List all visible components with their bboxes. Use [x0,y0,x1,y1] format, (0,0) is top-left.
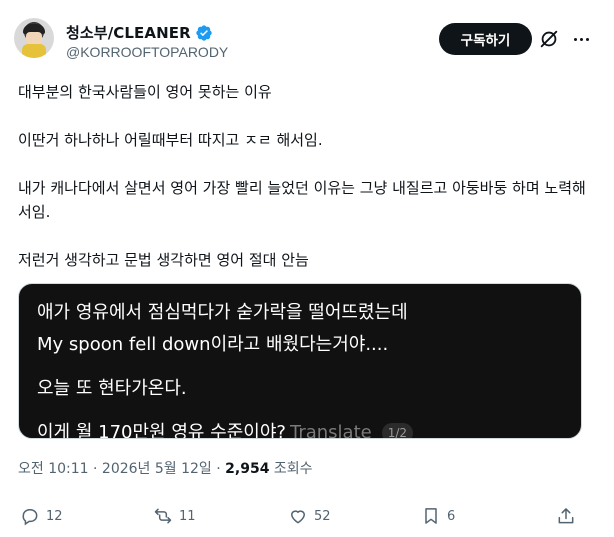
tweet-paragraph-3: 내가 캐나다에서 살면서 영어 가장 빨리 늘었던 이유는 그냥 내질르고 아둥… [18,179,586,221]
retweet-count: 11 [179,508,196,524]
reply-count: 12 [46,508,63,524]
more-options-icon[interactable] [570,28,592,50]
user-handle[interactable]: @KORROOFTOPARODY [66,44,228,60]
verified-badge-icon [196,24,212,41]
tweet-paragraph-4: 저런거 생각하고 문법 생각하면 영어 절대 안늠 [18,251,309,269]
tweet-header: 청소부/CLEANER @KORROOFTOPARODY 구독하기 [14,14,600,70]
image-text-line-2: My spoon fell down이라고 배웠다는거야.... [37,334,389,355]
tweet-meta: 오전 10:11 · 2026년 5월 12일 · 2,954 조회수 [18,458,313,478]
like-count: 52 [314,508,331,524]
avatar-face [26,32,42,44]
tweet-paragraph-1: 대부분의 한국사람들이 영어 못하는 이유 [18,83,272,101]
bookmark-count: 6 [447,508,456,524]
retweet-icon [154,508,172,524]
avatar[interactable] [14,18,54,58]
tweet-text: 대부분의 한국사람들이 영어 못하는 이유 이딴거 하나하나 어릴때부터 따지고… [18,80,588,272]
action-bar: 12 11 52 6 [18,506,582,530]
retweet-button[interactable]: 11 [153,506,196,526]
timestamp[interactable]: 오전 10:11 · 2026년 5월 12일 · [18,461,225,477]
display-name[interactable]: 청소부/CLEANER [66,22,191,43]
image-text-line-1: 애가 영유에서 점심먹다가 숟가락을 떨어뜨렸는데 [37,302,408,323]
reply-icon [22,509,38,526]
avatar-body [22,44,46,58]
follow-button[interactable]: 구독하기 [439,23,532,55]
share-icon [558,508,574,524]
image-text-line-4: 이게 월 170만원 영유 수준이야? Translate 1/2 [37,418,414,439]
image-text-line-4-text: 이게 월 170만원 영유 수준이야? [37,422,286,439]
like-button[interactable]: 52 [288,506,331,526]
reply-button[interactable]: 12 [20,506,63,526]
views-label: 조회수 [269,461,313,477]
image-text-line-3: 오늘 또 현타가온다. [37,378,187,399]
name-row: 청소부/CLEANER [66,22,213,43]
grok-icon[interactable] [538,28,560,50]
image-pager: 1/2 [381,423,414,438]
tweet-paragraph-2: 이딴거 하나하나 어릴때부터 따지고 ㅈㄹ 해서임. [18,131,323,149]
quoted-image[interactable]: 애가 영유에서 점심먹다가 숟가락을 떨어뜨렸는데 My spoon fell … [18,283,582,439]
translate-link[interactable]: Translate [290,422,372,438]
views-count: 2,954 [225,461,270,477]
bookmark-icon [425,508,437,524]
share-button[interactable] [556,506,576,526]
heart-icon [290,510,306,524]
bookmark-button[interactable]: 6 [421,506,455,526]
